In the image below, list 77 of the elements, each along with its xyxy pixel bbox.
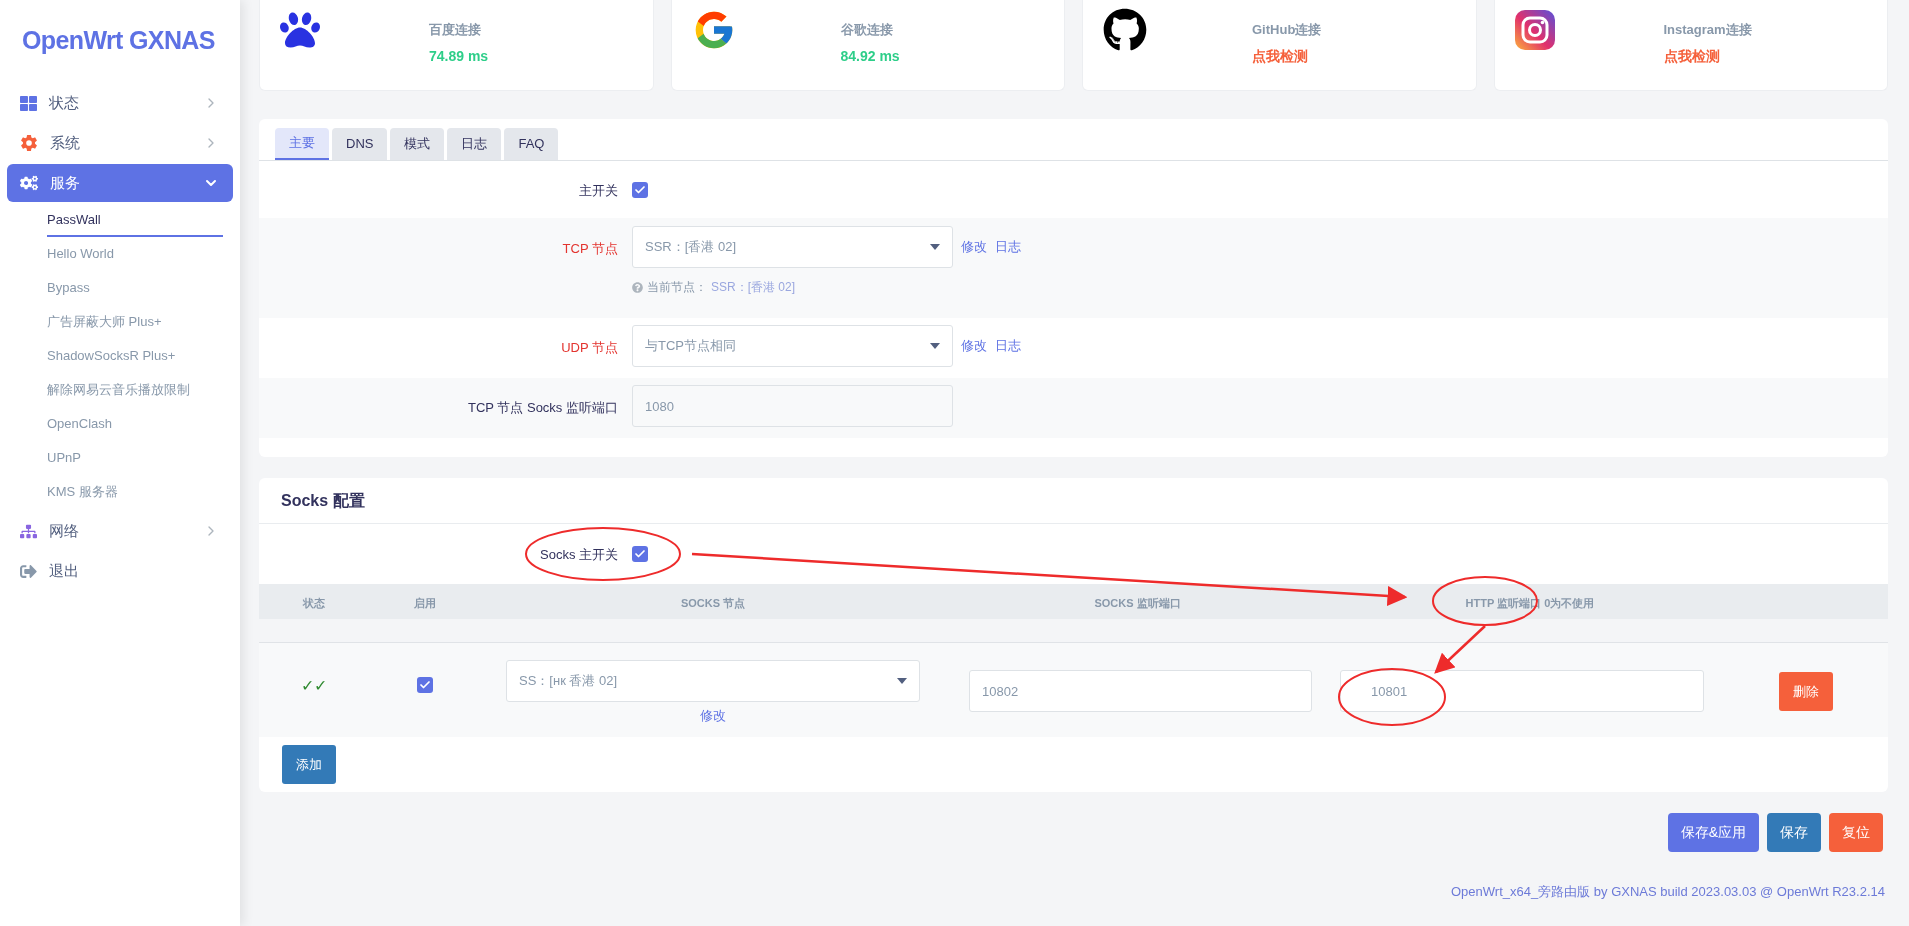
card-label: 百度连接 bbox=[429, 21, 482, 39]
field-label: Socks 主开关 bbox=[540, 547, 618, 562]
delete-button[interactable]: 删除 bbox=[1779, 672, 1833, 711]
checkbox[interactable] bbox=[632, 181, 648, 198]
submenu-item[interactable]: KMS 服务器 bbox=[47, 477, 223, 509]
field-label: 主开关 bbox=[579, 182, 618, 198]
tab[interactable]: DNS bbox=[332, 128, 388, 160]
gear-icon bbox=[20, 134, 38, 152]
submenu-item[interactable]: Hello World bbox=[47, 239, 223, 271]
dashboard-icon bbox=[20, 94, 37, 112]
paw-icon bbox=[280, 10, 320, 50]
action-button[interactable]: 保存 bbox=[1767, 813, 1821, 852]
column-header: 状态 bbox=[303, 596, 325, 609]
checkbox[interactable] bbox=[417, 677, 433, 693]
camera-icon bbox=[1514, 10, 1555, 50]
submenu-item[interactable]: OpenClash bbox=[47, 409, 223, 441]
card-label: 谷歌连接 bbox=[840, 21, 894, 39]
section-title: Socks 配置 bbox=[281, 490, 365, 511]
check-link[interactable]: 点我检测 bbox=[1663, 45, 1752, 67]
field-label: TCP 节点 bbox=[562, 241, 618, 256]
help-icon bbox=[632, 281, 643, 293]
cat-silhouette-icon bbox=[1103, 8, 1147, 52]
card-label: Instagram连接 bbox=[1663, 21, 1752, 39]
footer-text: OpenWrt_x64_旁路由版 by GXNAS build 2023.03.03 @ OpenWrt R23.2.14 bbox=[1451, 883, 1885, 901]
input-field[interactable]: 10801 bbox=[1340, 670, 1704, 712]
column-header: SOCKS 监听端口 bbox=[1094, 596, 1181, 609]
latency-value: 74.89 ms bbox=[429, 46, 489, 66]
input-field[interactable]: 1080 bbox=[632, 385, 953, 427]
action-button[interactable]: 复位 bbox=[1829, 813, 1883, 852]
text-link[interactable]: 修改 bbox=[961, 336, 987, 356]
caret-icon bbox=[930, 244, 940, 250]
logo-text[interactable]: OpenWrt GXNAS bbox=[22, 22, 215, 60]
text-link[interactable]: 修改 bbox=[961, 237, 987, 257]
gears-icon bbox=[20, 174, 38, 192]
column-header: SOCKS 节点 bbox=[680, 596, 746, 609]
text-link[interactable]: 日志 bbox=[995, 237, 1021, 257]
action-button[interactable]: 保存&应用 bbox=[1667, 813, 1759, 852]
column-header: 启用 bbox=[414, 596, 436, 609]
menu-item[interactable]: 退出 bbox=[7, 552, 233, 590]
select-field[interactable]: SSR：[香港 02] bbox=[632, 226, 953, 268]
submenu-item[interactable]: UPnP bbox=[47, 443, 223, 475]
logout-icon bbox=[20, 562, 37, 580]
select-field[interactable]: SS：[нк 香港 02] bbox=[506, 660, 920, 702]
checkbox[interactable] bbox=[632, 546, 648, 562]
network-icon bbox=[20, 522, 37, 540]
menu-item[interactable]: 网络 bbox=[7, 512, 233, 550]
tab[interactable]: 模式 bbox=[390, 128, 445, 160]
caret-icon bbox=[897, 678, 907, 684]
submenu-item[interactable]: PassWall bbox=[47, 205, 223, 237]
text-link[interactable]: 日志 bbox=[995, 336, 1021, 356]
tab[interactable]: 日志 bbox=[447, 128, 502, 160]
check-link[interactable]: 点我检测 bbox=[1252, 45, 1322, 67]
select-field[interactable]: 与TCP节点相同 bbox=[632, 325, 953, 367]
card-label: GitHub连接 bbox=[1252, 21, 1322, 39]
hint-value: SSR：[香港 02] bbox=[711, 279, 796, 296]
check-icon bbox=[634, 548, 646, 560]
submenu-item[interactable]: 解除网易云音乐播放限制 bbox=[47, 375, 223, 407]
tab[interactable]: FAQ bbox=[504, 128, 559, 160]
latency-value: 84.92 ms bbox=[840, 46, 900, 66]
add-button[interactable]: 添加 bbox=[282, 745, 336, 784]
check-icon bbox=[419, 679, 431, 691]
tab[interactable]: 主要 bbox=[275, 128, 329, 160]
field-label: UDP 节点 bbox=[561, 340, 618, 355]
menu-item[interactable]: 系统 bbox=[7, 124, 233, 162]
annotation-arrow bbox=[1434, 625, 1486, 674]
submenu-item[interactable]: 广告屏蔽大师 Plus+ bbox=[47, 307, 223, 339]
menu-item[interactable]: 服务 bbox=[7, 164, 233, 202]
submenu-item[interactable]: ShadowSocksR Plus+ bbox=[47, 341, 223, 373]
check-icon bbox=[634, 183, 646, 196]
hint-label: 当前节点： bbox=[647, 279, 707, 296]
submenu-item[interactable]: Bypass bbox=[47, 273, 223, 305]
caret-icon bbox=[930, 343, 940, 349]
input-field[interactable]: 10802 bbox=[969, 670, 1312, 712]
menu-item[interactable]: 状态 bbox=[7, 84, 233, 122]
status-ticks: ✓✓ bbox=[301, 677, 327, 694]
text-link[interactable]: 修改 bbox=[700, 706, 726, 726]
field-label: TCP 节点 Socks 监听端口 bbox=[468, 400, 618, 415]
